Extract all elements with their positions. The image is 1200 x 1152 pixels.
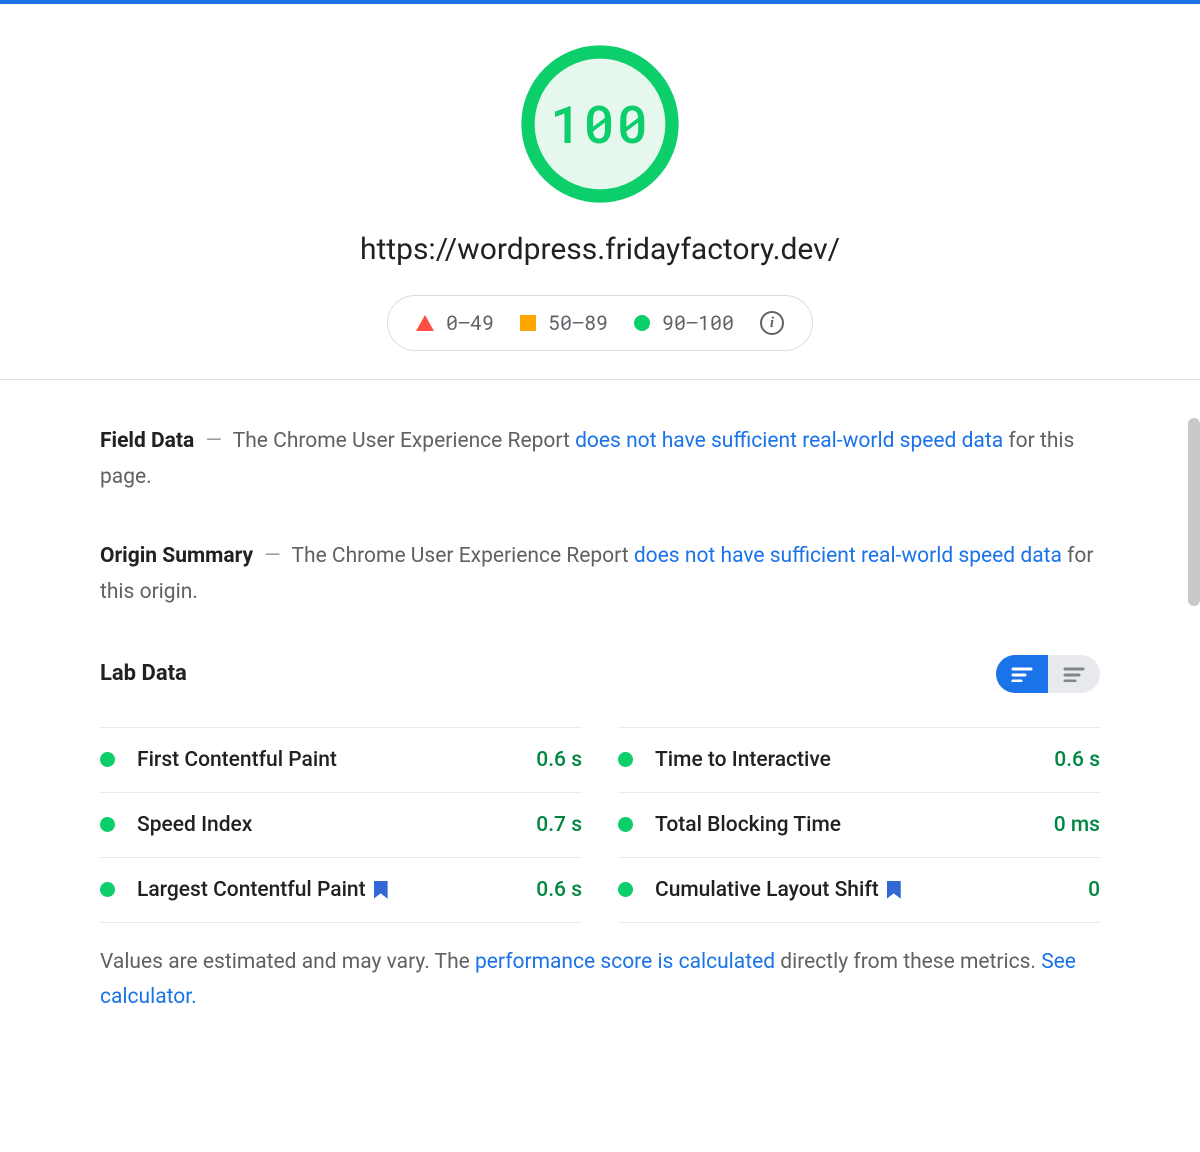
status-dot-icon xyxy=(100,817,115,832)
field-data-link[interactable]: does not have sufficient real-world spee… xyxy=(575,429,1003,453)
metric-name: First Contentful Paint xyxy=(137,748,337,772)
metric-name: Speed Index xyxy=(137,813,252,837)
metric-row[interactable]: First Contentful Paint 0.6 s xyxy=(100,727,582,792)
metric-row[interactable]: Largest Contentful Paint 0.6 s xyxy=(100,857,582,922)
lines-left-icon xyxy=(1011,666,1033,682)
metric-name: Cumulative Layout Shift xyxy=(655,878,879,902)
score-legend: 0–49 50–89 90–100 i xyxy=(387,295,813,351)
legend-pass-range: 90–100 xyxy=(662,310,734,336)
bookmark-icon xyxy=(887,881,901,899)
metric-row[interactable]: Total Blocking Time 0 ms xyxy=(618,792,1100,857)
score-gauge: 100 xyxy=(520,44,680,204)
lab-data-title: Lab Data xyxy=(100,661,187,686)
view-toggle xyxy=(996,655,1100,693)
footnote-mid: directly from these metrics. xyxy=(775,950,1041,974)
view-compact-button[interactable] xyxy=(1048,655,1100,693)
tested-url: https://wordpress.fridayfactory.dev/ xyxy=(0,232,1200,267)
metric-name: Time to Interactive xyxy=(655,748,831,772)
square-icon xyxy=(520,315,536,331)
bookmark-icon xyxy=(374,881,388,899)
field-data-label: Field Data xyxy=(100,429,194,453)
field-data-pretext: The Chrome User Experience Report xyxy=(233,429,575,453)
metric-row[interactable]: Cumulative Layout Shift 0 xyxy=(618,857,1100,922)
dash-separator: — xyxy=(258,544,286,568)
legend-pass: 90–100 xyxy=(634,310,734,336)
status-dot-icon xyxy=(618,817,633,832)
metric-value: 0.6 s xyxy=(1054,748,1100,772)
metric-row[interactable]: Speed Index 0.7 s xyxy=(100,792,582,857)
legend-fail-range: 0–49 xyxy=(446,310,494,336)
score-hero: 100 https://wordpress.fridayfactory.dev/… xyxy=(0,4,1200,380)
lines-right-icon xyxy=(1063,666,1085,682)
status-dot-icon xyxy=(100,882,115,897)
legend-average-range: 50–89 xyxy=(548,310,608,336)
metric-value: 0 ms xyxy=(1054,813,1100,837)
origin-summary-block: Origin Summary — The Chrome User Experie… xyxy=(100,539,1100,610)
dash-separator: — xyxy=(199,429,227,453)
origin-summary-pretext: The Chrome User Experience Report xyxy=(291,544,633,568)
metrics-col-right: Time to Interactive 0.6 s Total Blocking… xyxy=(618,727,1100,923)
origin-summary-link[interactable]: does not have sufficient real-world spee… xyxy=(634,544,1062,568)
status-dot-icon xyxy=(618,882,633,897)
score-value: 100 xyxy=(550,90,650,158)
report-content: Field Data — The Chrome User Experience … xyxy=(100,380,1100,1056)
scrollbar-thumb[interactable] xyxy=(1188,418,1200,606)
metrics-col-left: First Contentful Paint 0.6 s Speed Index… xyxy=(100,727,582,923)
metric-value: 0.6 s xyxy=(536,878,582,902)
footnote-pre: Values are estimated and may vary. The xyxy=(100,950,475,974)
circle-icon xyxy=(634,315,650,331)
view-expanded-button[interactable] xyxy=(996,655,1048,693)
metric-name: Total Blocking Time xyxy=(655,813,841,837)
lab-footnote: Values are estimated and may vary. The p… xyxy=(100,945,1100,1016)
metric-name: Largest Contentful Paint xyxy=(137,878,366,902)
field-data-block: Field Data — The Chrome User Experience … xyxy=(100,424,1100,495)
calc-link[interactable]: performance score is calculated xyxy=(475,950,775,974)
triangle-icon xyxy=(416,315,434,331)
status-dot-icon xyxy=(618,752,633,767)
legend-average: 50–89 xyxy=(520,310,608,336)
metric-value: 0.6 s xyxy=(536,748,582,772)
metric-value: 0.7 s xyxy=(536,813,582,837)
info-icon[interactable]: i xyxy=(760,311,784,335)
metric-value: 0 xyxy=(1088,878,1100,902)
metrics-grid: First Contentful Paint 0.6 s Speed Index… xyxy=(100,727,1100,923)
legend-fail: 0–49 xyxy=(416,310,494,336)
origin-summary-label: Origin Summary xyxy=(100,544,253,568)
lab-data-header: Lab Data xyxy=(100,655,1100,693)
metric-row[interactable]: Time to Interactive 0.6 s xyxy=(618,727,1100,792)
status-dot-icon xyxy=(100,752,115,767)
